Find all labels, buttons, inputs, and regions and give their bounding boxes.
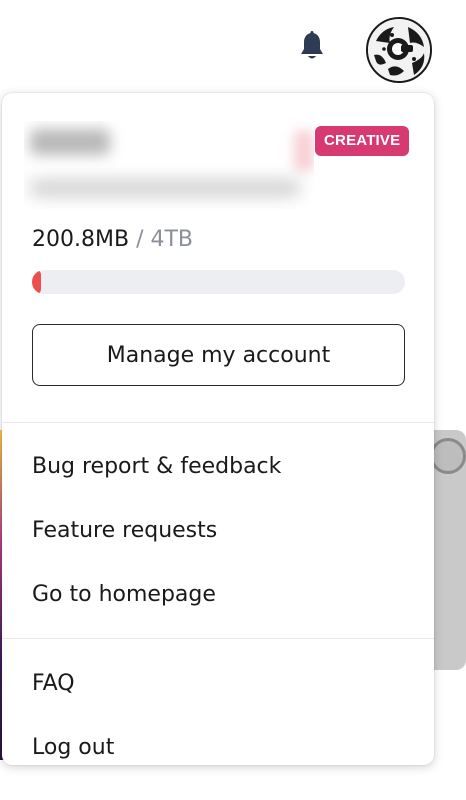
bell-icon: [301, 31, 323, 59]
storage-total: 4TB: [150, 227, 194, 252]
avatar-image: [368, 19, 430, 81]
account-dropdown: CREATIVE 200.8MB / 4TB Manage my account…: [2, 93, 434, 765]
notifications-button[interactable]: [297, 30, 327, 62]
user-name-redacted: [30, 129, 110, 155]
storage-separator: /: [136, 227, 144, 252]
menu-divider: [2, 422, 434, 423]
redaction-accent: [294, 131, 314, 171]
user-email-redacted: [30, 179, 300, 197]
menu-item-go-to-homepage[interactable]: Go to homepage: [32, 580, 216, 610]
menu-item-bug-report[interactable]: Bug report & feedback: [32, 452, 281, 482]
menu-divider: [2, 638, 434, 639]
storage-progress-fill: [32, 270, 42, 294]
menu-item-faq[interactable]: FAQ: [32, 669, 75, 699]
plan-badge: CREATIVE: [315, 126, 410, 156]
background-card-graphic: [430, 438, 466, 474]
user-info-redacted: [24, 121, 314, 209]
menu-item-log-out[interactable]: Log out: [32, 733, 114, 763]
storage-usage: 200.8MB / 4TB: [32, 225, 193, 255]
menu-item-feature-requests[interactable]: Feature requests: [32, 516, 217, 546]
storage-used: 200.8MB: [32, 227, 130, 252]
avatar[interactable]: [366, 17, 432, 83]
manage-account-button[interactable]: Manage my account: [32, 324, 405, 386]
storage-progress-bar: [32, 270, 405, 294]
